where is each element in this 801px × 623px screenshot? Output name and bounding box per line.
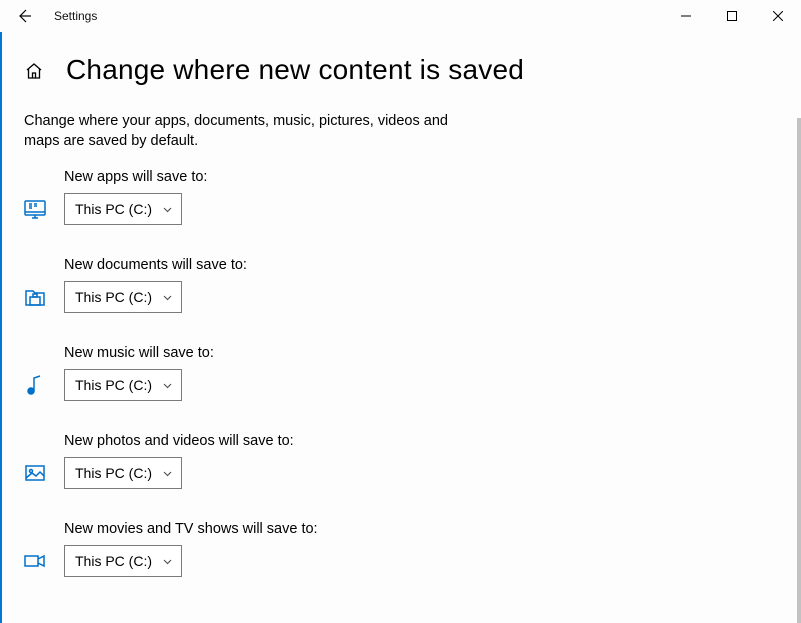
scrollbar[interactable] [797,118,801,623]
dropdown-value: This PC (C:) [75,289,152,305]
dropdown-value: This PC (C:) [75,377,152,393]
music-location-dropdown[interactable]: This PC (C:) [64,369,182,401]
apps-icon [24,198,46,220]
maximize-button[interactable] [709,0,755,32]
dropdown-value: This PC (C:) [75,553,152,569]
setting-apps: New apps will save to: This PC (C:) [24,169,779,225]
setting-documents-label: New documents will save to: [64,257,779,273]
chevron-down-icon [162,468,173,479]
chevron-down-icon [162,556,173,567]
setting-music-label: New music will save to: [64,345,779,361]
titlebar: Settings [0,0,801,32]
dropdown-value: This PC (C:) [75,201,152,217]
movies-icon [24,550,46,572]
setting-photos-label: New photos and videos will save to: [64,433,779,449]
documents-icon [24,286,46,308]
home-button[interactable] [24,61,44,81]
window-title: Settings [54,9,97,23]
page-description: Change where your apps, documents, music… [24,112,464,151]
minimize-button[interactable] [663,0,709,32]
close-button[interactable] [755,0,801,32]
documents-location-dropdown[interactable]: This PC (C:) [64,281,182,313]
setting-movies: New movies and TV shows will save to: Th… [24,521,779,577]
movies-location-dropdown[interactable]: This PC (C:) [64,545,182,577]
chevron-down-icon [162,380,173,391]
music-icon [24,374,46,396]
chevron-down-icon [162,292,173,303]
page-title: Change where new content is saved [66,54,524,86]
photos-icon [24,462,46,484]
home-icon [24,61,44,81]
dropdown-value: This PC (C:) [75,465,152,481]
setting-movies-label: New movies and TV shows will save to: [64,521,779,537]
maximize-icon [727,11,737,21]
photos-location-dropdown[interactable]: This PC (C:) [64,457,182,489]
minimize-icon [681,11,691,21]
chevron-down-icon [162,204,173,215]
apps-location-dropdown[interactable]: This PC (C:) [64,193,182,225]
back-arrow-icon [16,8,32,24]
setting-photos: New photos and videos will save to: This… [24,433,779,489]
setting-documents: New documents will save to: This PC (C:) [24,257,779,313]
back-button[interactable] [8,0,40,32]
close-icon [773,11,783,21]
setting-apps-label: New apps will save to: [64,169,779,185]
window-controls [663,0,801,32]
setting-music: New music will save to: This PC (C:) [24,345,779,401]
